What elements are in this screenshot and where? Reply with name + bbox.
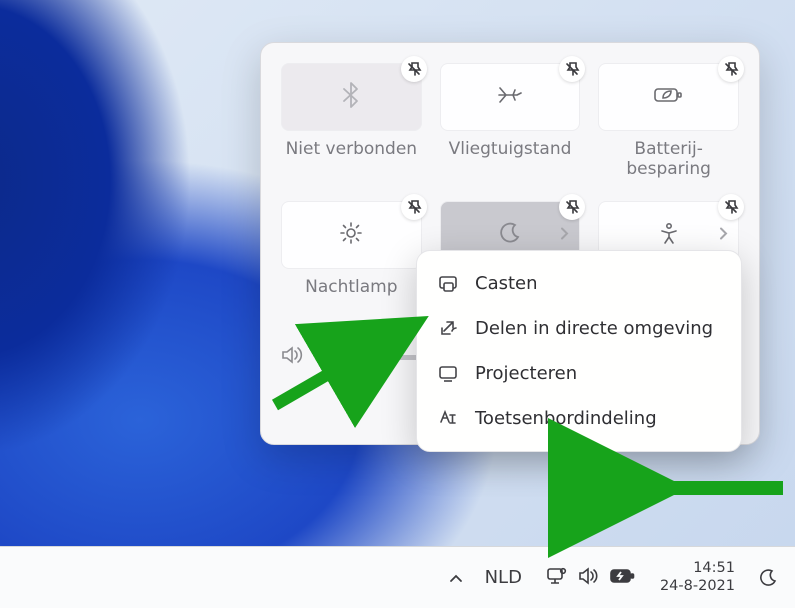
tile-airplane-label: Vliegtuigstand [449, 139, 572, 181]
popup-item-keyboard-layout[interactable]: Toetsenbordindeling [423, 396, 735, 441]
chevron-right-icon [559, 226, 569, 245]
tile-airplane[interactable] [440, 63, 581, 131]
unpin-button[interactable] [718, 194, 744, 220]
airplane-icon [497, 84, 523, 110]
volume-icon [578, 567, 598, 589]
tray-time: 14:51 [693, 560, 735, 577]
tile-battery-saver[interactable] [598, 63, 739, 131]
tile-battery-wrap: Batterij- besparing [598, 63, 739, 191]
cast-icon [437, 275, 459, 293]
popup-cast-label: Casten [475, 273, 538, 294]
tray-clock[interactable]: 14:51 24-8-2021 [650, 554, 745, 602]
popup-item-project[interactable]: Projecteren [423, 351, 735, 396]
popup-keyboard-label: Toetsenbordindeling [475, 408, 657, 429]
accessibility-icon [658, 222, 680, 248]
tile-bluetooth-label: Niet verbonden [286, 139, 417, 181]
keyboard-layout-icon [437, 409, 459, 429]
tray-language[interactable]: NLD [477, 554, 530, 602]
tray-lang-label: NLD [485, 567, 522, 588]
tray-overflow[interactable] [441, 554, 471, 602]
unpin-button[interactable] [401, 194, 427, 220]
moon-icon [499, 222, 521, 248]
tile-nightlight-label: Nachtlamp [305, 277, 397, 319]
tile-bluetooth[interactable] [281, 63, 422, 131]
tile-battery-label: Batterij- besparing [626, 139, 711, 181]
nearby-share-icon [437, 319, 459, 339]
bluetooth-icon [340, 82, 362, 112]
tray-system-icons[interactable] [536, 554, 644, 602]
volume-icon [281, 345, 303, 369]
popup-item-nearby-share[interactable]: Delen in directe omgeving [423, 306, 735, 351]
popup-item-cast[interactable]: Casten [423, 261, 735, 306]
tile-nightlight[interactable] [281, 201, 422, 269]
unpin-button[interactable] [559, 56, 585, 82]
unpin-button[interactable] [401, 56, 427, 82]
tile-nightlight-wrap: Nachtlamp [281, 201, 422, 329]
tray-date: 24-8-2021 [660, 578, 735, 595]
network-icon [546, 567, 566, 589]
add-tile-popup: Casten Delen in directe omgeving Project… [416, 250, 742, 452]
tile-airplane-wrap: Vliegtuigstand [440, 63, 581, 191]
battery-leaf-icon [654, 85, 684, 109]
chevron-right-icon [718, 226, 728, 245]
popup-project-label: Projecteren [475, 363, 577, 384]
unpin-button[interactable] [559, 194, 585, 220]
tray-focus-assist[interactable] [751, 554, 785, 602]
popup-nearby-label: Delen in directe omgeving [475, 318, 713, 339]
tile-bluetooth-wrap: Niet verbonden [281, 63, 422, 191]
brightness-icon [339, 221, 363, 249]
taskbar: NLD 14:51 24-8-2021 [0, 546, 795, 608]
battery-charging-icon [610, 568, 634, 588]
unpin-button[interactable] [718, 56, 744, 82]
project-icon [437, 365, 459, 383]
